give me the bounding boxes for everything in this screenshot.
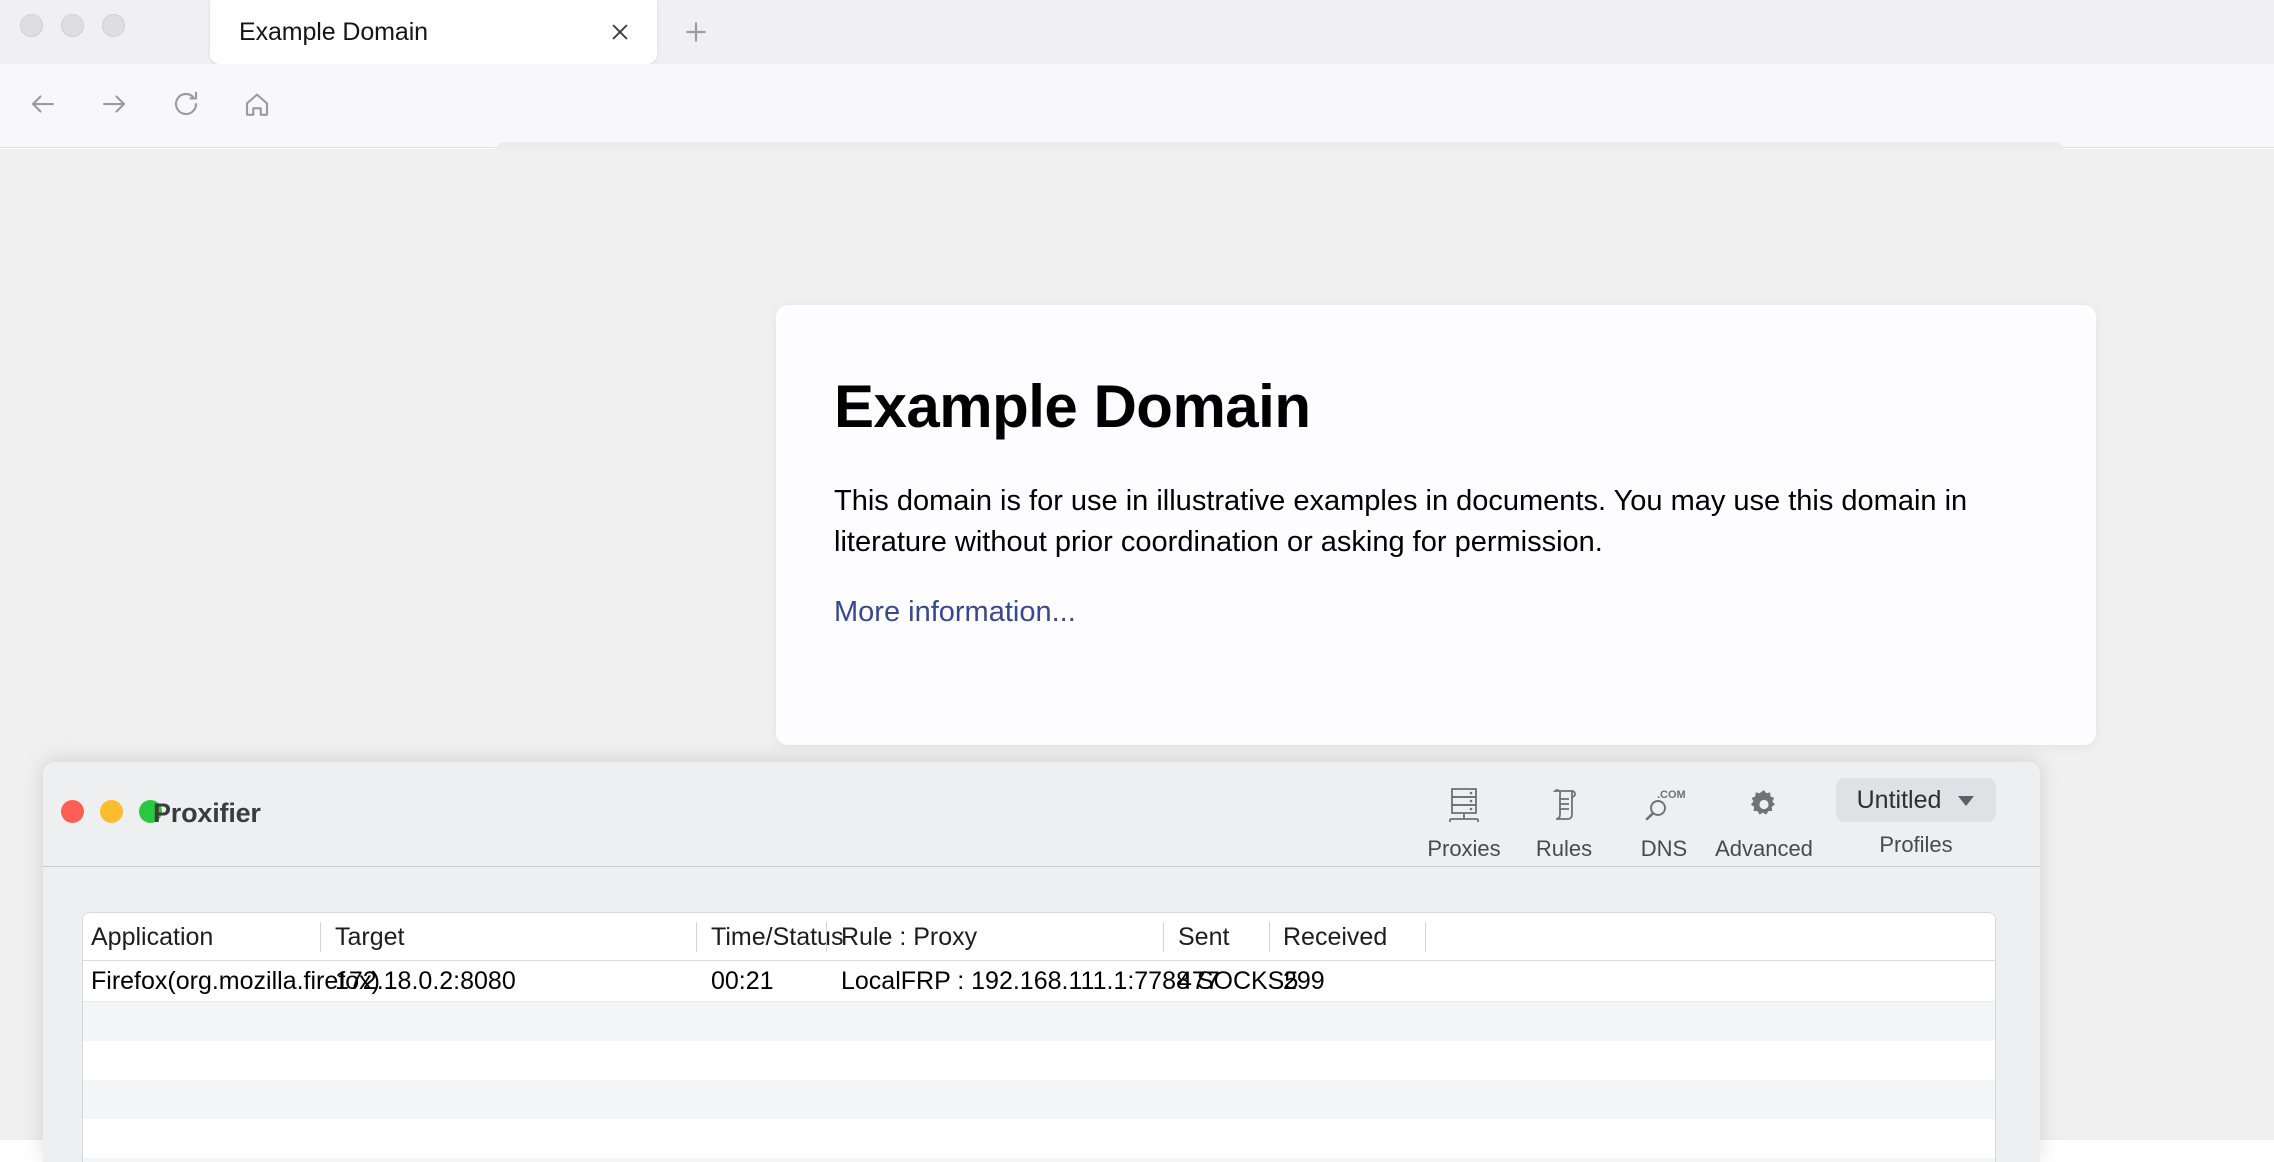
chevron-down-icon <box>1957 794 1975 807</box>
column-header-application[interactable]: Application <box>91 913 213 961</box>
profile-dropdown[interactable]: Untitled <box>1836 778 1996 822</box>
tab-title: Example Domain <box>239 17 428 46</box>
window-zoom-button[interactable] <box>102 14 125 37</box>
profiles-group: Untitled Profiles <box>1826 770 2006 858</box>
reload-icon <box>171 89 201 124</box>
gear-icon <box>1744 782 1784 830</box>
tab-strip: Example Domain <box>0 0 2274 64</box>
toolbar-label-dns: DNS <box>1640 836 1688 861</box>
column-header-time-status[interactable]: Time/Status <box>711 913 843 961</box>
toolbar-item-advanced[interactable]: Advanced <box>1714 770 1814 862</box>
cell-sent: 477 <box>1178 967 1220 995</box>
reload-button[interactable] <box>162 82 210 130</box>
cell-target: 172.18.0.2:8080 <box>335 967 516 995</box>
cell-received: 299 <box>1283 967 1325 995</box>
column-divider[interactable] <box>1269 922 1270 952</box>
profiles-label: Profiles <box>1879 832 1953 857</box>
column-divider[interactable] <box>826 922 827 952</box>
back-button[interactable] <box>19 82 67 130</box>
column-divider[interactable] <box>1163 922 1164 952</box>
toolbar-item-proxies[interactable]: Proxies <box>1414 770 1514 862</box>
connections-table: Application Target Time/Status Rule : Pr… <box>82 912 1996 1162</box>
toolbar-label-proxies: Proxies <box>1427 836 1501 861</box>
server-rack-icon <box>1444 782 1484 830</box>
table-header-row: Application Target Time/Status Rule : Pr… <box>83 913 1995 961</box>
page-title: Example Domain <box>834 373 1311 440</box>
browser-tab-example-domain[interactable]: Example Domain <box>210 0 657 64</box>
close-icon[interactable] <box>601 13 639 51</box>
proxifier-close-button[interactable] <box>61 800 84 823</box>
column-divider[interactable] <box>1425 922 1426 952</box>
scroll-icon <box>1544 782 1584 830</box>
example-domain-card: Example Domain This domain is for use in… <box>776 305 2096 745</box>
window-close-button[interactable] <box>20 14 43 37</box>
home-icon <box>242 89 272 124</box>
window-traffic-lights <box>20 14 125 37</box>
home-button[interactable] <box>233 82 281 130</box>
column-divider[interactable] <box>320 922 321 952</box>
column-header-rule-proxy[interactable]: Rule : Proxy <box>841 913 977 961</box>
column-header-target[interactable]: Target <box>335 913 404 961</box>
dns-magnifier-icon: .COM <box>1640 782 1688 830</box>
proxifier-toolbar: Proxies Rules .COM DNS Advanced Untitled… <box>1414 770 2006 862</box>
toolbar-label-advanced: Advanced <box>1715 836 1813 861</box>
column-header-sent[interactable]: Sent <box>1178 913 1229 961</box>
table-row-empty[interactable] <box>83 1119 1995 1158</box>
column-header-received[interactable]: Received <box>1283 913 1387 961</box>
arrow-right-icon <box>99 89 129 124</box>
column-divider[interactable] <box>696 922 697 952</box>
new-tab-button[interactable] <box>676 12 716 52</box>
toolbar-item-rules[interactable]: Rules <box>1514 770 1614 862</box>
profile-selected-value: Untitled <box>1856 785 1942 814</box>
window-minimize-button[interactable] <box>61 14 84 37</box>
svg-text:.COM: .COM <box>1657 789 1686 801</box>
page-paragraph: This domain is for use in illustrative e… <box>834 485 1968 558</box>
toolbar-label-rules: Rules <box>1535 836 1593 861</box>
forward-button[interactable] <box>90 82 138 130</box>
table-row[interactable]: Firefox(org.mozilla.firefox) 172.18.0.2:… <box>83 961 1995 1002</box>
cell-rule-proxy: LocalFRP : 192.168.111.1:7788 SOCKS5 <box>841 967 1299 995</box>
browser-window: Example Domain Example Domain This domai… <box>0 0 2274 1162</box>
toolbar-divider <box>43 866 2040 867</box>
table-row-empty[interactable] <box>83 1080 1995 1119</box>
proxifier-titlebar[interactable]: Proxifier Proxies Rules .COM DNS Advance… <box>43 762 2040 866</box>
navigation-toolbar: 172.18.0.2:8080 <box>0 64 2274 198</box>
table-row-empty[interactable] <box>83 1041 1995 1080</box>
proxifier-window: Proxifier Proxies Rules .COM DNS Advance… <box>43 762 2040 1162</box>
cell-time-status: 00:21 <box>711 967 774 995</box>
proxifier-app-title: Proxifier <box>153 798 261 828</box>
arrow-left-icon <box>28 89 58 124</box>
table-row-empty[interactable] <box>83 1002 1995 1041</box>
proxifier-minimize-button[interactable] <box>100 800 123 823</box>
toolbar-item-dns[interactable]: .COM DNS <box>1614 770 1714 862</box>
proxifier-traffic-lights <box>61 800 162 823</box>
table-row-empty[interactable] <box>83 1158 1995 1162</box>
more-information-link[interactable]: More information... <box>834 596 1076 629</box>
